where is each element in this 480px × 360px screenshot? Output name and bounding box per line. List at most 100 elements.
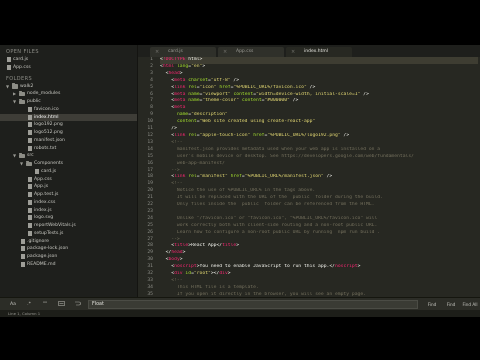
in-selection-icon xyxy=(57,301,65,306)
code-line[interactable]: manifest.json provides metadata used whe… xyxy=(160,147,478,154)
close-tab-icon[interactable]: × xyxy=(155,47,159,57)
code-line[interactable]: Learn how to configure a non-root public… xyxy=(160,230,478,237)
find-all-button[interactable]: Find All xyxy=(461,300,479,309)
chevron-down-icon[interactable]: ▼ xyxy=(13,152,16,160)
code-line[interactable]: <!-- xyxy=(160,140,478,147)
whole-word-toggle[interactable]: "" xyxy=(40,301,50,308)
tree-file[interactable]: setupTests.js xyxy=(0,230,137,238)
tree-file[interactable]: .gitignore xyxy=(0,238,137,246)
tree-item-label: reportWebVitals.js xyxy=(34,223,76,228)
code-area[interactable]: <!DOCTYPE html> <html lang="en"> <head> <… xyxy=(160,57,478,297)
tree-folder[interactable]: ▼ walk2 xyxy=(0,83,137,91)
find-input[interactable]: Float xyxy=(88,300,418,309)
code-line[interactable]: <html lang="en"> xyxy=(160,64,478,71)
tree-item-label: logo192.png xyxy=(34,122,63,128)
code-line[interactable]: web-app-manifest/ xyxy=(160,161,478,168)
status-cursor-position: Line 1, Column 1 xyxy=(8,311,41,316)
tree-file[interactable]: card.js xyxy=(0,168,137,176)
chevron-down-icon[interactable]: ▼ xyxy=(6,83,9,91)
code-line[interactable]: --> xyxy=(160,168,478,175)
line-number: 23 xyxy=(147,208,153,214)
code-line[interactable]: <title>React App</title> xyxy=(160,243,478,250)
open-file-item[interactable]: App.css xyxy=(0,64,137,72)
code-line[interactable]: <link rel="apple-touch-icon" href="%PUBL… xyxy=(160,133,478,140)
tree-file[interactable]: favicon.ico xyxy=(0,106,137,114)
code-line[interactable]: <!DOCTYPE html> xyxy=(160,57,478,64)
tree-file[interactable]: App.test.js xyxy=(0,191,137,199)
code-editor[interactable]: 1 2 3 4 5 6 7 8 9 10 11 12 13 14 15 16 17 18 19 20 21 22 23 24 2… xyxy=(138,57,480,297)
tree-file[interactable]: App.css xyxy=(0,176,137,184)
tree-file[interactable]: logo192.png xyxy=(0,121,137,129)
tree-file[interactable]: manifest.json xyxy=(0,137,137,145)
code-line[interactable]: <meta name="viewport" content="width=dev… xyxy=(160,92,478,99)
wrap-icon xyxy=(74,301,81,306)
file-icon xyxy=(28,184,32,190)
tree-file[interactable]: logo.svg xyxy=(0,214,137,222)
line-number: 34 xyxy=(147,284,153,290)
code-line[interactable]: <head> xyxy=(160,71,478,78)
tree-folder[interactable]: ▼ src xyxy=(0,152,137,160)
line-number: 1 xyxy=(150,57,153,62)
code-line[interactable]: Notice the use of %PUBLIC_URL% in the ta… xyxy=(160,188,478,195)
close-tab-icon[interactable]: × xyxy=(223,47,227,57)
code-line[interactable]: <!-- xyxy=(160,181,478,188)
code-line[interactable]: <div id="root"></div> xyxy=(160,271,478,278)
chevron-right-icon[interactable]: ▶ xyxy=(13,90,16,98)
code-line[interactable]: /> xyxy=(160,126,478,133)
tree-item-label: Components xyxy=(34,161,64,166)
code-line[interactable]: This HTML file is a template. xyxy=(160,285,478,292)
tree-file[interactable]: package.json xyxy=(0,253,137,261)
open-file-item[interactable]: card.js xyxy=(0,56,137,64)
file-icon xyxy=(28,223,32,229)
code-line[interactable]: It will be replaced with the URL of the … xyxy=(160,195,478,202)
code-line[interactable]: content="Web site created using create-r… xyxy=(160,119,478,126)
close-tab-icon[interactable]: × xyxy=(291,47,295,57)
tree-item-label: favicon.ico xyxy=(34,106,59,112)
tab-1[interactable]: × card.js xyxy=(150,47,216,57)
tree-file[interactable]: README.md xyxy=(0,261,137,269)
code-line[interactable]: work correctly both with client-side rou… xyxy=(160,223,478,230)
code-line[interactable] xyxy=(160,209,478,216)
tab-2[interactable]: × App.css xyxy=(218,47,284,57)
regex-toggle[interactable]: .* xyxy=(24,301,34,308)
tab-3[interactable]: × index.html xyxy=(286,47,352,57)
tree-file[interactable]: index.js xyxy=(0,207,137,215)
find-button[interactable]: Find xyxy=(424,300,440,309)
code-line[interactable]: <meta name="theme-color" content="#00000… xyxy=(160,98,478,105)
chevron-down-icon[interactable]: ▼ xyxy=(13,98,16,106)
tree-file[interactable]: logo512.png xyxy=(0,129,137,137)
code-line[interactable]: Only files inside the `public` folder ca… xyxy=(160,202,478,209)
tree-folder[interactable]: ▼ Components xyxy=(0,160,137,168)
wrap-toggle[interactable] xyxy=(72,301,82,308)
code-line[interactable]: user's mobile device or desktop. See htt… xyxy=(160,154,478,161)
tab-label: card.js xyxy=(168,49,183,54)
code-line[interactable]: Unlike "/favicon.ico" or "favicon.ico", … xyxy=(160,216,478,223)
file-icon xyxy=(21,238,25,244)
tree-file[interactable]: robots.txt xyxy=(0,145,137,153)
tree-file[interactable]: package-lock.json xyxy=(0,245,137,253)
chevron-down-icon[interactable]: ▼ xyxy=(20,160,23,168)
find-prev-button[interactable]: Find Prev xyxy=(442,300,460,316)
file-icon xyxy=(28,137,32,143)
case-sensitive-toggle[interactable]: Aa xyxy=(8,301,18,308)
code-line[interactable]: <link rel="manifest" href="%PUBLIC_URL%/… xyxy=(160,174,478,181)
code-line[interactable]: <noscript>You need to enable JavaScript … xyxy=(160,264,478,271)
code-line[interactable]: <body> xyxy=(160,257,478,264)
code-line[interactable]: <meta xyxy=(160,105,478,112)
in-selection-toggle[interactable] xyxy=(56,301,66,308)
tree-item-label: robots.txt xyxy=(34,145,57,151)
code-line[interactable]: </head> xyxy=(160,250,478,257)
tree-folder[interactable]: ▼ public xyxy=(0,98,137,106)
video-letterbox-bottom xyxy=(0,317,480,360)
tree-file[interactable]: index.css xyxy=(0,199,137,207)
tree-folder[interactable]: ▶ node_modules xyxy=(0,90,137,98)
code-line[interactable]: --> xyxy=(160,237,478,244)
code-line[interactable]: <meta charset="utf-8" /> xyxy=(160,78,478,85)
code-line[interactable]: <!-- xyxy=(160,278,478,285)
open-files-title: OPEN FILES xyxy=(6,49,39,55)
tree-file[interactable]: reportWebVitals.js xyxy=(0,222,137,230)
code-line[interactable]: <link rel="icon" href="%PUBLIC_URL%/favi… xyxy=(160,85,478,92)
code-line[interactable]: name="description" xyxy=(160,112,478,119)
tree-file[interactable]: App.js xyxy=(0,183,137,191)
tree-file[interactable]: index.html xyxy=(0,113,137,122)
